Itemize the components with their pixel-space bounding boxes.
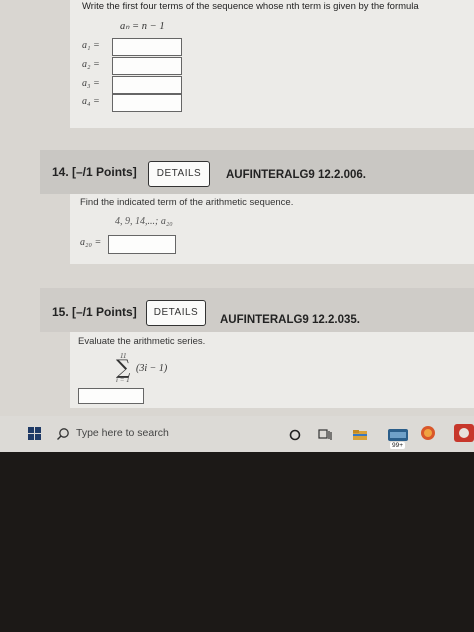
sum-expression: (3i − 1) — [136, 363, 168, 374]
a2-input[interactable] — [112, 57, 182, 75]
search-placeholder: Type here to search — [76, 427, 169, 439]
browser-screen: Write the first four terms of the sequen… — [0, 0, 474, 452]
problem-13-formula: aₙ = n − 1 — [120, 21, 165, 32]
taskbar-search-box[interactable]: Type here to search — [48, 422, 268, 446]
problem-14-header: 14. [–/1 Points] DETAILS AUFINTERALG9 12… — [40, 150, 474, 194]
search-icon — [57, 428, 69, 440]
windows-start-icon[interactable] — [28, 427, 41, 440]
problem-13-instruction: Write the first four terms of the sequen… — [82, 1, 419, 12]
browser-app-icon[interactable] — [420, 425, 436, 446]
a1-label: a₁ = — [82, 40, 100, 51]
problem-15-header: 15. [–/1 Points] DETAILS AUFINTERALG9 12… — [40, 288, 474, 332]
problem-15-points: 15. [–/1 Points] — [52, 305, 137, 319]
a20-label: a₂₀ = — [80, 237, 102, 248]
sum-lower-limit: i = 1 — [116, 376, 130, 384]
task-view-icon[interactable] — [318, 428, 332, 446]
a3-label: a₃ = — [82, 78, 100, 89]
problem-14-sequence: 4, 9, 14,...; a₂₀ — [115, 216, 173, 227]
a4-input[interactable] — [112, 94, 182, 112]
problem-15-card: Evaluate the arithmetic series. 11 ∑ (3i… — [70, 332, 474, 408]
a3-input[interactable] — [112, 76, 182, 94]
notification-count-badge: 99+ — [390, 442, 406, 449]
monitor-bezel — [0, 452, 474, 632]
problem-14-points: 14. [–/1 Points] — [52, 165, 137, 179]
problem-14-code: AUFINTERALG9 12.2.006. — [226, 169, 366, 181]
a2-label: a₂ = — [82, 59, 100, 70]
windows-taskbar: Type here to search 99+ — [0, 416, 474, 452]
problem-13-card: Write the first four terms of the sequen… — [70, 0, 474, 128]
a4-label: a₄ = — [82, 96, 100, 107]
office-app-icon[interactable] — [454, 424, 474, 447]
problem-14-details-button[interactable]: DETAILS — [148, 161, 210, 187]
a20-input[interactable] — [108, 235, 176, 254]
problem-15-details-button[interactable]: DETAILS — [146, 300, 206, 326]
problem-14-instruction: Find the indicated term of the arithmeti… — [80, 197, 294, 208]
cortana-icon[interactable] — [289, 428, 301, 446]
problem-15-instruction: Evaluate the arithmetic series. — [78, 336, 206, 347]
series-sum-input[interactable] — [78, 388, 144, 404]
problem-15-code: AUFINTERALG9 12.2.035. — [220, 314, 360, 326]
file-explorer-icon[interactable] — [352, 428, 368, 446]
a1-input[interactable] — [112, 38, 182, 56]
problem-14-card: Find the indicated term of the arithmeti… — [70, 194, 474, 264]
